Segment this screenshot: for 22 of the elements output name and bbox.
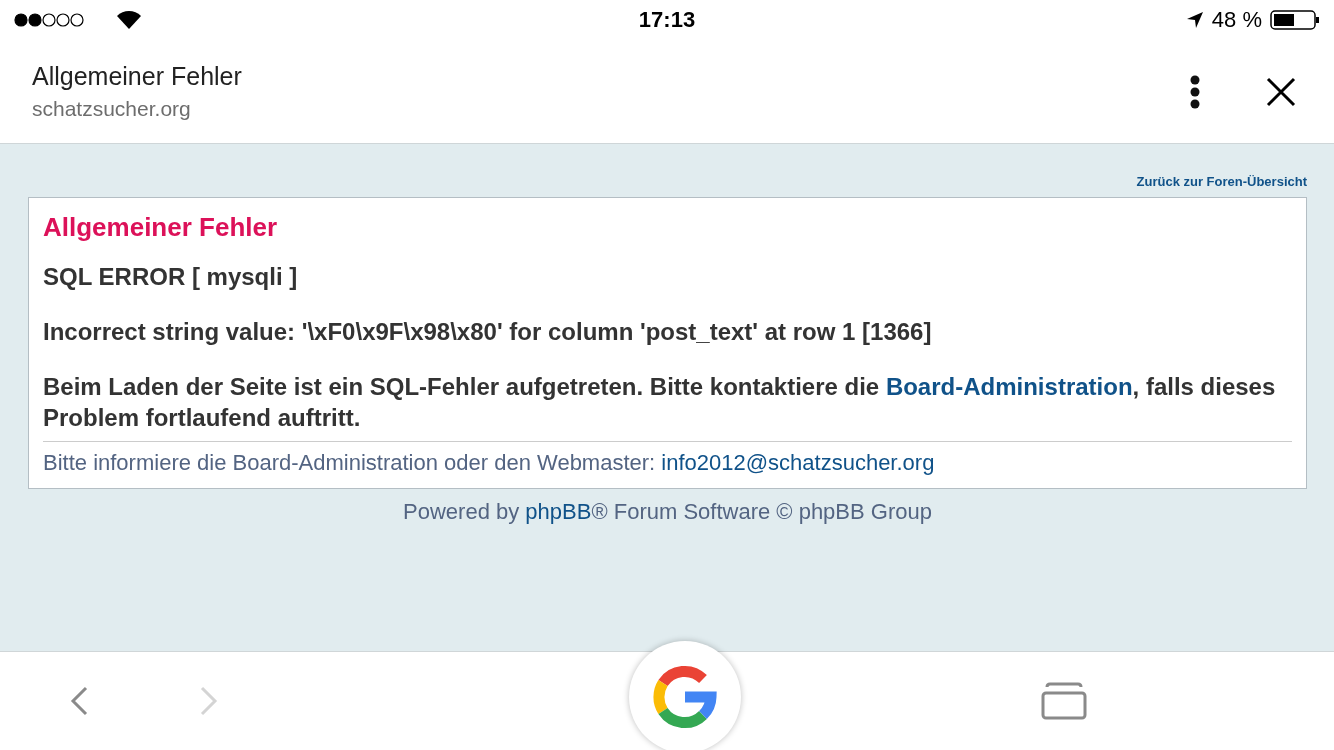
more-menu-icon[interactable] xyxy=(1190,74,1200,109)
board-admin-link[interactable]: Board-Administration xyxy=(885,373,1133,400)
error-notice: Beim Laden der Seite ist ein SQL-Fehler aufgetreten. Bitte kontaktiere die Board-Administration, falls dieses Problem fortlaufend auftritt. xyxy=(43,372,1277,433)
status-time: 17:13 xyxy=(638,7,696,33)
battery-icon xyxy=(1270,9,1320,31)
close-icon[interactable] xyxy=(1266,76,1296,107)
page-title: Allgemeiner Fehler xyxy=(32,62,242,91)
colored-g-icon xyxy=(653,665,717,729)
email-link[interactable]: info2012@schatzsucher.org xyxy=(661,450,935,475)
powered-by-text: Powered by phpBB® Forum Software © phpBB Group xyxy=(402,499,933,525)
wifi-icon xyxy=(116,10,142,30)
page-url: schatzsucher.org xyxy=(32,97,191,121)
phpbb-link[interactable]: phpBB xyxy=(525,499,592,524)
contact-notice: Bitte informiere die Board-Administration oder den Webmaster: info2012@schatzsucher.org xyxy=(43,450,936,476)
location-arrow-icon xyxy=(1185,11,1204,29)
search-button[interactable] xyxy=(629,641,741,750)
back-to-index-link[interactable]: Zurück zur Foren-Übersicht xyxy=(1136,174,1307,189)
sql-error-message: Incorrect string value: '\xF0\x9F\x98\x80' for column 'post_text' at row 1 [1366] xyxy=(43,317,933,347)
tabs-icon[interactable] xyxy=(1041,682,1087,720)
error-heading: Allgemeiner Fehler xyxy=(43,212,279,243)
sql-error-title: SQL ERROR [ mysqli ] xyxy=(43,262,299,292)
battery-percent: 48 % xyxy=(1211,7,1262,33)
